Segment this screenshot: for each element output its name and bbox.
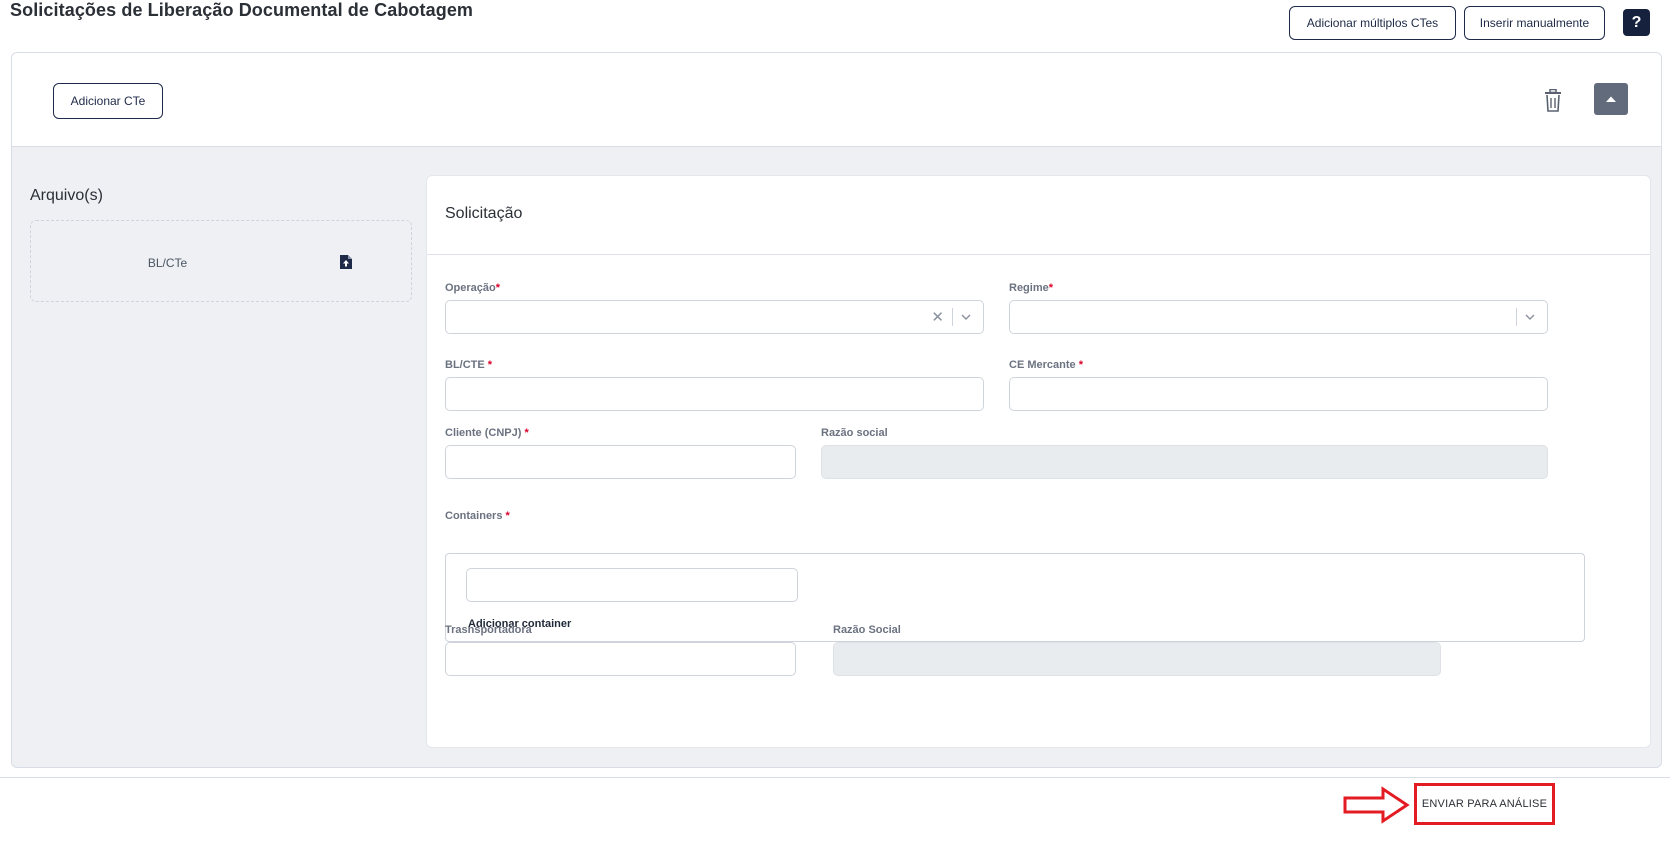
razao-social-transportadora-label: Razão Social xyxy=(833,624,901,636)
regime-select[interactable] xyxy=(1009,300,1548,334)
razao-social-label: Razão social xyxy=(821,427,888,439)
operacao-select[interactable]: ✕ xyxy=(445,300,984,334)
transportadora-label: Trasnsportadora xyxy=(445,624,532,636)
ce-mercante-input[interactable] xyxy=(1009,377,1548,411)
files-section-title: Arquivo(s) xyxy=(30,187,103,204)
container-input[interactable] xyxy=(466,568,798,602)
trash-icon[interactable] xyxy=(1542,89,1564,113)
help-button[interactable]: ? xyxy=(1623,9,1650,36)
cliente-cnpj-label: Cliente (CNPJ) * xyxy=(445,427,529,439)
collapse-button[interactable] xyxy=(1594,83,1628,115)
footer-divider xyxy=(0,777,1670,778)
help-icon: ? xyxy=(1631,13,1642,31)
razao-social-input xyxy=(821,445,1548,479)
add-multiple-ctes-button[interactable]: Adicionar múltiplos CTes xyxy=(1289,6,1456,40)
caret-up-icon xyxy=(1606,96,1616,102)
chevron-down-icon[interactable] xyxy=(961,312,971,322)
operacao-label: Operação* xyxy=(445,282,501,294)
form-panel-header: Solicitação xyxy=(427,176,1650,255)
transportadora-input[interactable] xyxy=(445,642,796,676)
arrow-right-icon xyxy=(1343,786,1410,824)
cte-card: Adicionar CTe Arquivo(s) BL/CTe Solicita… xyxy=(11,52,1662,768)
card-header: Adicionar CTe xyxy=(12,53,1661,147)
insert-manually-button[interactable]: Inserir manualmente xyxy=(1464,6,1605,40)
chevron-down-icon[interactable] xyxy=(1525,312,1535,322)
clear-icon[interactable]: ✕ xyxy=(931,308,944,326)
bl-cte-label: BL/CTE * xyxy=(445,359,493,371)
ce-mercante-label: CE Mercante * xyxy=(1009,359,1083,371)
razao-social-transportadora-input xyxy=(833,642,1441,676)
file-upload-icon[interactable] xyxy=(339,254,353,270)
add-cte-button[interactable]: Adicionar CTe xyxy=(53,83,163,119)
containers-label: Containers * xyxy=(445,510,510,522)
bl-cte-input[interactable] xyxy=(445,377,984,411)
dropzone-label: BL/CTe xyxy=(147,256,188,270)
containers-box: Adicionar container xyxy=(445,553,1585,642)
regime-label: Regime* xyxy=(1009,282,1054,294)
cliente-cnpj-input[interactable] xyxy=(445,445,796,479)
send-for-analysis-button[interactable]: ENVIAR PARA ANÁLISE xyxy=(1414,783,1555,825)
form-panel-title: Solicitação xyxy=(445,205,523,222)
request-form-panel: Solicitação Operação* ✕ Regime* BL/CTE *… xyxy=(426,175,1651,748)
page-title: Solicitações de Liberação Documental de … xyxy=(10,0,474,20)
file-dropzone[interactable]: BL/CTe xyxy=(30,220,412,302)
